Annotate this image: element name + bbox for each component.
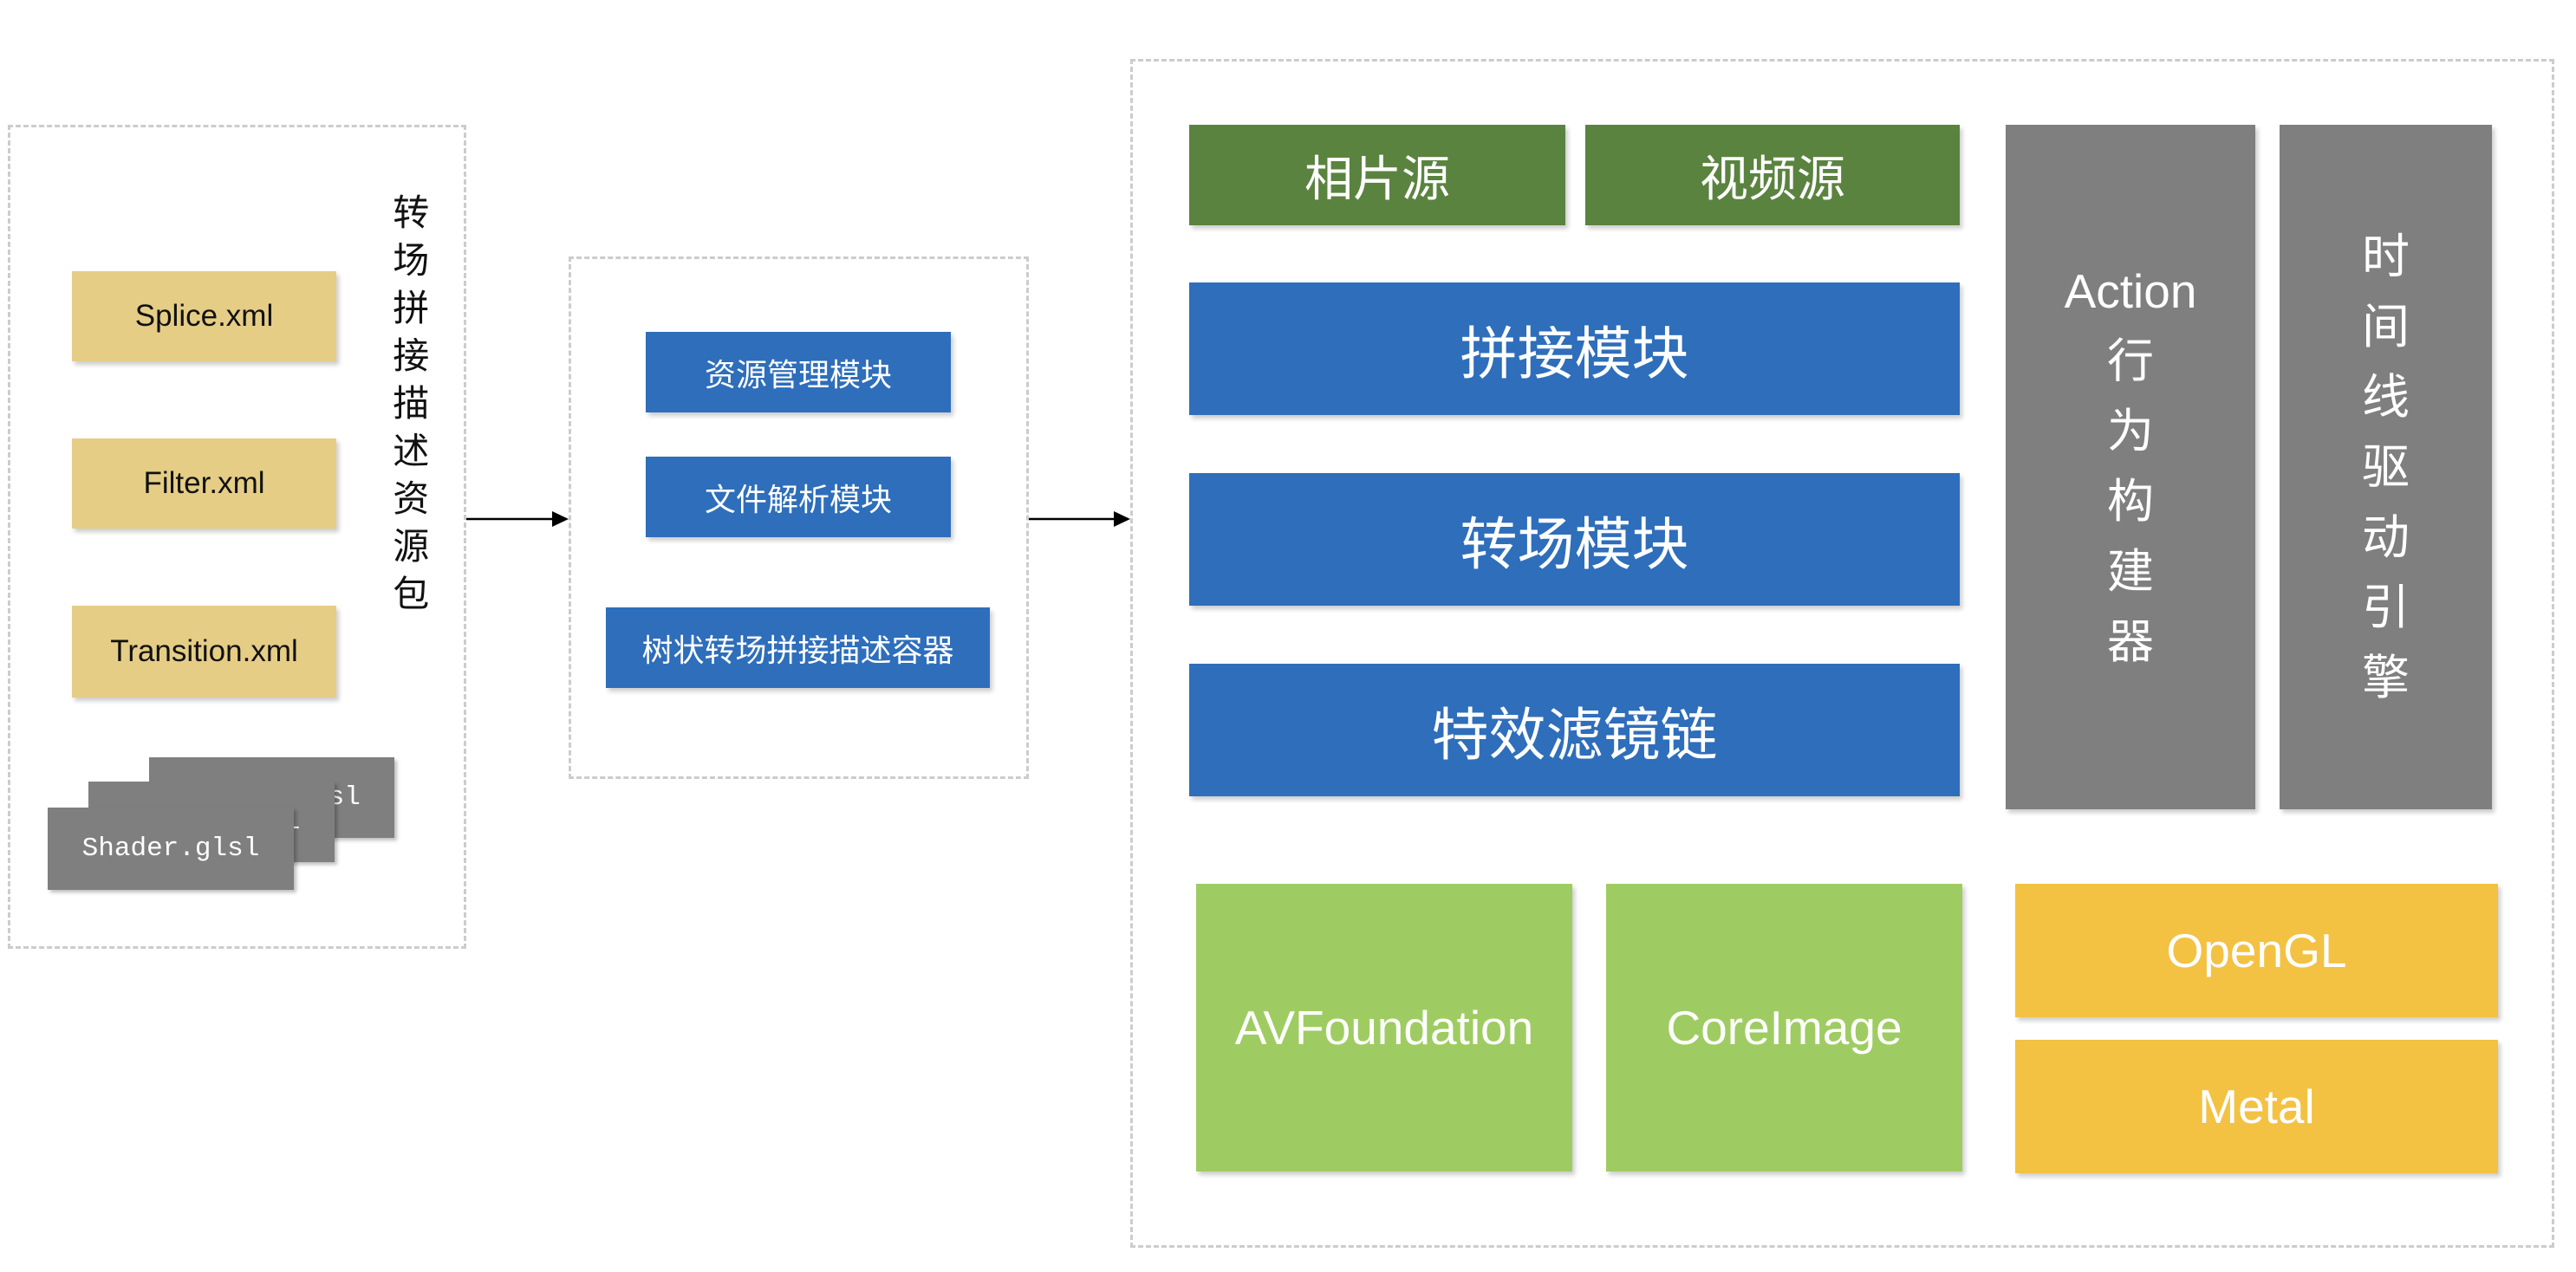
coreimage-block: CoreImage bbox=[1606, 884, 1962, 1171]
action-builder-label-en: Action bbox=[2064, 264, 2197, 318]
video-source-label: 视频源 bbox=[1700, 151, 1845, 206]
avfoundation-block: AVFoundation bbox=[1196, 884, 1572, 1171]
transition-xml-file: Transition.xml bbox=[72, 606, 336, 698]
splice-module-label: 拼接模块 bbox=[1460, 321, 1689, 386]
resource-management-label: 资源管理模块 bbox=[704, 356, 892, 393]
transition-module-label: 转场模块 bbox=[1460, 511, 1689, 576]
shader-file-card-front: Shader.glsl bbox=[48, 808, 294, 890]
resource-package-title: 转场拼接描述资源包 bbox=[393, 192, 430, 614]
effect-filter-chain-block: 特效滤镜链 bbox=[1189, 664, 1960, 796]
timeline-engine-block: 时间线驱动引擎 bbox=[2280, 125, 2492, 809]
description-tree-label: 树状转场拼接描述容器 bbox=[641, 632, 954, 668]
arrow-parser-to-engine bbox=[1029, 511, 1130, 527]
video-source-block: 视频源 bbox=[1585, 125, 1960, 225]
action-builder-block: Action 行为构建器 bbox=[2006, 125, 2255, 809]
splice-xml-label: Splice.xml bbox=[134, 299, 274, 333]
shader-file-label-front: Shader.glsl bbox=[81, 834, 260, 864]
avfoundation-label: AVFoundation bbox=[1234, 1001, 1534, 1055]
transition-xml-label: Transition.xml bbox=[110, 634, 298, 668]
arrow-package-to-parser bbox=[466, 511, 569, 527]
splice-xml-file: Splice.xml bbox=[72, 271, 336, 361]
file-parsing-module: 文件解析模块 bbox=[646, 457, 951, 537]
filter-xml-file: Filter.xml bbox=[72, 438, 336, 529]
file-parsing-label: 文件解析模块 bbox=[704, 481, 892, 517]
photo-source-label: 相片源 bbox=[1304, 151, 1450, 206]
metal-block: Metal bbox=[2015, 1040, 2498, 1173]
filter-xml-label: Filter.xml bbox=[143, 466, 265, 500]
transition-module-block: 转场模块 bbox=[1189, 473, 1960, 606]
metal-label: Metal bbox=[2198, 1080, 2315, 1133]
opengl-block: OpenGL bbox=[2015, 884, 2498, 1017]
splice-module-block: 拼接模块 bbox=[1189, 282, 1960, 415]
action-builder-label-cn: 行为构建器 bbox=[2107, 335, 2154, 668]
timeline-engine-label: 时间线驱动引擎 bbox=[2361, 229, 2410, 704]
opengl-label: OpenGL bbox=[2166, 924, 2347, 977]
description-tree-container: 树状转场拼接描述容器 bbox=[606, 607, 990, 688]
photo-source-block: 相片源 bbox=[1189, 125, 1565, 225]
effect-filter-chain-label: 特效滤镜链 bbox=[1431, 702, 1718, 767]
resource-management-module: 资源管理模块 bbox=[646, 332, 951, 412]
coreimage-label: CoreImage bbox=[1666, 1001, 1903, 1055]
